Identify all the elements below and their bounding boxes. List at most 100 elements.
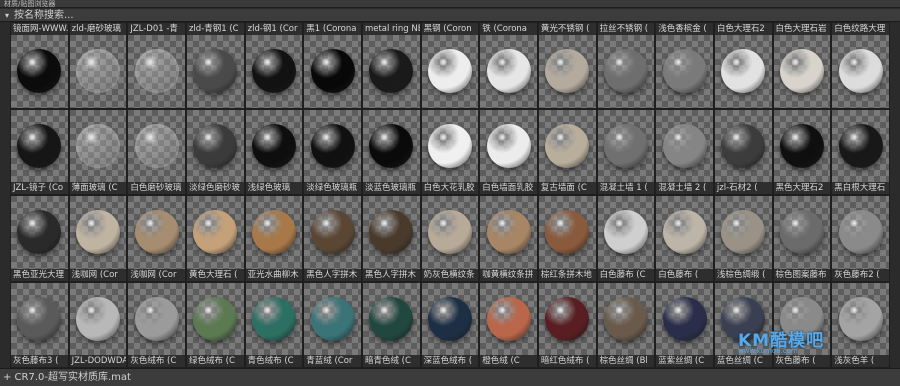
material-slot[interactable]: 蓝紫丝绸 (C bbox=[655, 281, 714, 368]
library-path[interactable]: + CR7.0-超写实材质库.mat bbox=[0, 368, 900, 386]
material-slot[interactable]: 白色大理石岩 bbox=[772, 22, 832, 109]
material-preview-sphere bbox=[603, 210, 648, 255]
material-preview-sphere bbox=[310, 210, 355, 255]
material-name: 黄光不锈钢 ( bbox=[538, 23, 596, 35]
material-slot[interactable]: 绿色绒布 (C bbox=[185, 281, 245, 368]
material-slot[interactable]: 黄光不锈钢 ( bbox=[537, 22, 597, 109]
material-slot[interactable]: 白色纹路大理 bbox=[831, 22, 890, 109]
material-slot[interactable]: 亚光水曲柳木 bbox=[244, 195, 304, 282]
material-name: 棕色丝绸 (Bl bbox=[597, 355, 655, 367]
material-preview-sphere bbox=[369, 210, 414, 255]
material-slot[interactable]: 淡绿色玻璃瓶 bbox=[303, 108, 362, 195]
checker-background bbox=[362, 282, 420, 355]
material-slot[interactable]: 浅灰色羊 ( bbox=[831, 281, 890, 368]
material-slot[interactable]: 灰色藤布2 ( bbox=[831, 195, 890, 282]
material-preview-sphere bbox=[193, 123, 238, 168]
material-slot[interactable]: 浅咖网 (Cor bbox=[127, 195, 186, 282]
checker-background bbox=[362, 109, 420, 182]
material-slot[interactable]: zld-青钢1 (C bbox=[185, 22, 245, 109]
material-slot[interactable]: 浅色香槟金 ( bbox=[655, 22, 714, 109]
checker-background bbox=[69, 35, 127, 108]
material-slot[interactable]: 白色藤布 (C bbox=[596, 195, 656, 282]
material-preview-sphere bbox=[193, 296, 238, 341]
material-preview-sphere bbox=[75, 123, 120, 168]
material-slot[interactable]: 白色藤布 ( bbox=[655, 195, 714, 282]
material-slot[interactable]: 黑白根大理石 bbox=[831, 108, 890, 195]
material-slot[interactable]: 蓝色丝绸 (C bbox=[713, 281, 773, 368]
expand-arrow-icon[interactable]: ▾ bbox=[0, 11, 14, 20]
material-slot[interactable]: JZL-镜子 (Co bbox=[10, 108, 69, 195]
material-slot[interactable]: 白色大花乳胶 bbox=[420, 108, 480, 195]
material-slot[interactable]: 浅咖网 (Cor bbox=[68, 195, 128, 282]
material-slot[interactable]: 浅棕色绸缎 ( bbox=[713, 195, 773, 282]
checker-background bbox=[714, 196, 772, 269]
material-name: 浅色香槟金 ( bbox=[656, 23, 713, 35]
material-slot[interactable]: 黄色大理石 ( bbox=[185, 195, 245, 282]
material-preview-sphere bbox=[545, 123, 590, 168]
material-slot[interactable]: 铁 (Corona bbox=[479, 22, 538, 109]
material-slot[interactable]: 青色绒布 (C bbox=[244, 281, 304, 368]
material-slot[interactable]: 白色大理石2 bbox=[713, 22, 773, 109]
material-name: 黑钢 (Coron bbox=[421, 23, 479, 35]
material-slot[interactable]: metal ring NE bbox=[361, 22, 421, 109]
material-slot[interactable]: 橙色绒 (C bbox=[479, 281, 538, 368]
material-preview-sphere bbox=[75, 296, 120, 341]
material-preview-sphere bbox=[779, 123, 824, 168]
material-slot[interactable]: 淡蓝色玻璃瓶 bbox=[361, 108, 421, 195]
checker-background bbox=[69, 282, 127, 355]
checker-background bbox=[128, 109, 185, 182]
material-preview-sphere bbox=[134, 296, 179, 341]
material-slot[interactable]: JZL-D01 -青 bbox=[127, 22, 186, 109]
material-slot[interactable]: 淡绿色磨砂玻 bbox=[185, 108, 245, 195]
checker-background bbox=[597, 35, 655, 108]
material-slot[interactable]: 棕色丝绸 (Bl bbox=[596, 281, 656, 368]
material-slot[interactable]: 复古墙面 (C bbox=[537, 108, 597, 195]
material-name: 灰色藤布3 ( bbox=[11, 355, 68, 367]
material-slot[interactable]: 浅绿色玻璃 bbox=[244, 108, 304, 195]
checker-background bbox=[186, 109, 244, 182]
material-slot[interactable]: 黑钢 (Coron bbox=[420, 22, 480, 109]
material-slot[interactable]: 棕红条拼木地 bbox=[537, 195, 597, 282]
material-slot[interactable]: 黑色人字拼木 bbox=[303, 195, 362, 282]
material-slot[interactable]: 黑1 (Corona bbox=[303, 22, 362, 109]
material-slot[interactable]: zld-钢1 (Cor bbox=[244, 22, 304, 109]
material-slot[interactable]: 黑色人字拼木 bbox=[361, 195, 421, 282]
material-preview-sphere bbox=[838, 123, 883, 168]
material-name: zld-钢1 (Cor bbox=[245, 23, 303, 35]
material-name: 灰色藤布 ( bbox=[773, 355, 831, 367]
material-slot[interactable]: 暗红色绒布 ( bbox=[537, 281, 597, 368]
material-preview-sphere bbox=[75, 210, 120, 255]
material-name: 白色藤布 ( bbox=[656, 268, 713, 281]
material-slot[interactable]: 白色磨砂玻璃 bbox=[127, 108, 186, 195]
material-slot[interactable]: zld-磨砂玻璃 bbox=[68, 22, 128, 109]
material-slot[interactable]: 暗青色绒 (C bbox=[361, 281, 421, 368]
material-slot[interactable]: 棕色图案藤布 bbox=[772, 195, 832, 282]
checker-background bbox=[186, 196, 244, 269]
material-slot[interactable]: 黑色亚光大理 bbox=[10, 195, 69, 282]
material-slot[interactable]: 混凝土墙 2 ( bbox=[655, 108, 714, 195]
material-slot[interactable]: JZL-DODWDA bbox=[68, 281, 128, 368]
material-slot[interactable]: 混凝土墙 1 ( bbox=[596, 108, 656, 195]
material-name: 亚光水曲柳木 bbox=[245, 268, 303, 281]
material-slot[interactable]: 灰色绒布 (C bbox=[127, 281, 186, 368]
material-slot[interactable]: 青蓝绒 (Cor bbox=[303, 281, 362, 368]
material-name: 暗青色绒 (C bbox=[362, 355, 420, 367]
material-preview-sphere bbox=[662, 123, 707, 168]
material-name: 橙色绒 (C bbox=[480, 355, 537, 367]
material-slot[interactable]: 深蓝色绒布 ( bbox=[420, 281, 480, 368]
material-slot[interactable]: jzl-石材2 ( bbox=[713, 108, 773, 195]
checker-background bbox=[832, 282, 889, 355]
search-input[interactable] bbox=[14, 9, 314, 21]
material-slot[interactable]: 黑色大理石2 bbox=[772, 108, 832, 195]
checker-background bbox=[421, 109, 479, 182]
material-slot[interactable]: 奶灰色横纹条 bbox=[420, 195, 480, 282]
material-slot[interactable]: 拉丝不锈钢 ( bbox=[596, 22, 656, 109]
material-slot[interactable]: 白色墙面乳胶 bbox=[479, 108, 538, 195]
material-slot[interactable]: 镜面网-WWW. bbox=[10, 22, 69, 109]
material-name: JZL-镜子 (Co bbox=[11, 182, 68, 194]
material-slot[interactable]: 灰色藤布3 ( bbox=[10, 281, 69, 368]
material-slot[interactable]: 咖黄横纹条拼 bbox=[479, 195, 538, 282]
material-preview-sphere bbox=[838, 210, 883, 255]
material-slot[interactable]: 薄面玻璃 (C bbox=[68, 108, 128, 195]
material-slot[interactable]: 灰色藤布 ( bbox=[772, 281, 832, 368]
